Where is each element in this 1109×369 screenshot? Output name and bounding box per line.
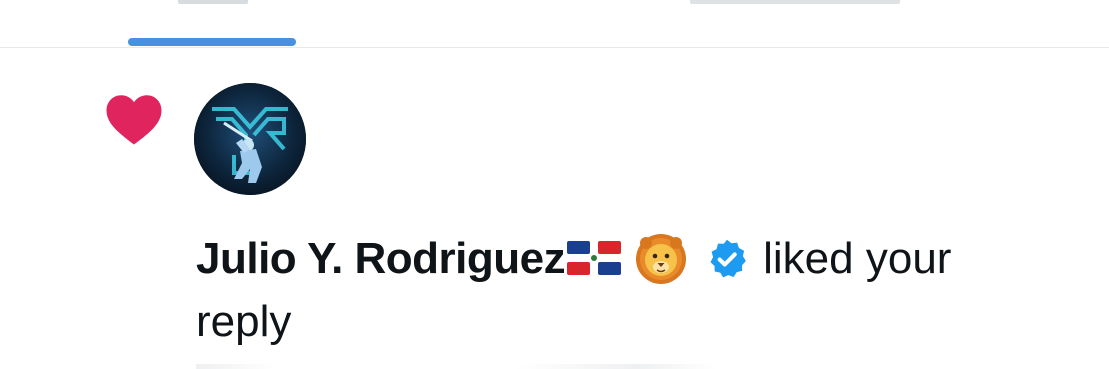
baseball-player-avatar-image <box>194 83 306 195</box>
tab-bar <box>0 0 1109 48</box>
notification-action-text-continued: reply <box>196 297 292 346</box>
notification-text: Julio Y. Rodriguez liked your <box>196 228 1076 290</box>
avatar[interactable] <box>194 83 306 195</box>
user-display-name[interactable]: Julio Y. Rodriguez <box>196 234 566 283</box>
dominican-flag-icon <box>567 241 622 275</box>
tab-mentions[interactable] <box>690 0 900 46</box>
tab-all-label-clipped <box>178 0 248 4</box>
tab-active-indicator <box>128 38 296 46</box>
tab-all[interactable] <box>128 0 296 46</box>
like-notification[interactable]: Julio Y. Rodriguez liked your reply <box>0 48 1109 369</box>
verified-icon <box>710 239 747 278</box>
lion-face-icon <box>636 234 687 284</box>
notification-action-text: liked your <box>763 234 952 283</box>
next-notification-clipped <box>196 364 996 369</box>
heart-icon <box>106 95 162 145</box>
tab-mentions-label-clipped <box>690 0 900 4</box>
